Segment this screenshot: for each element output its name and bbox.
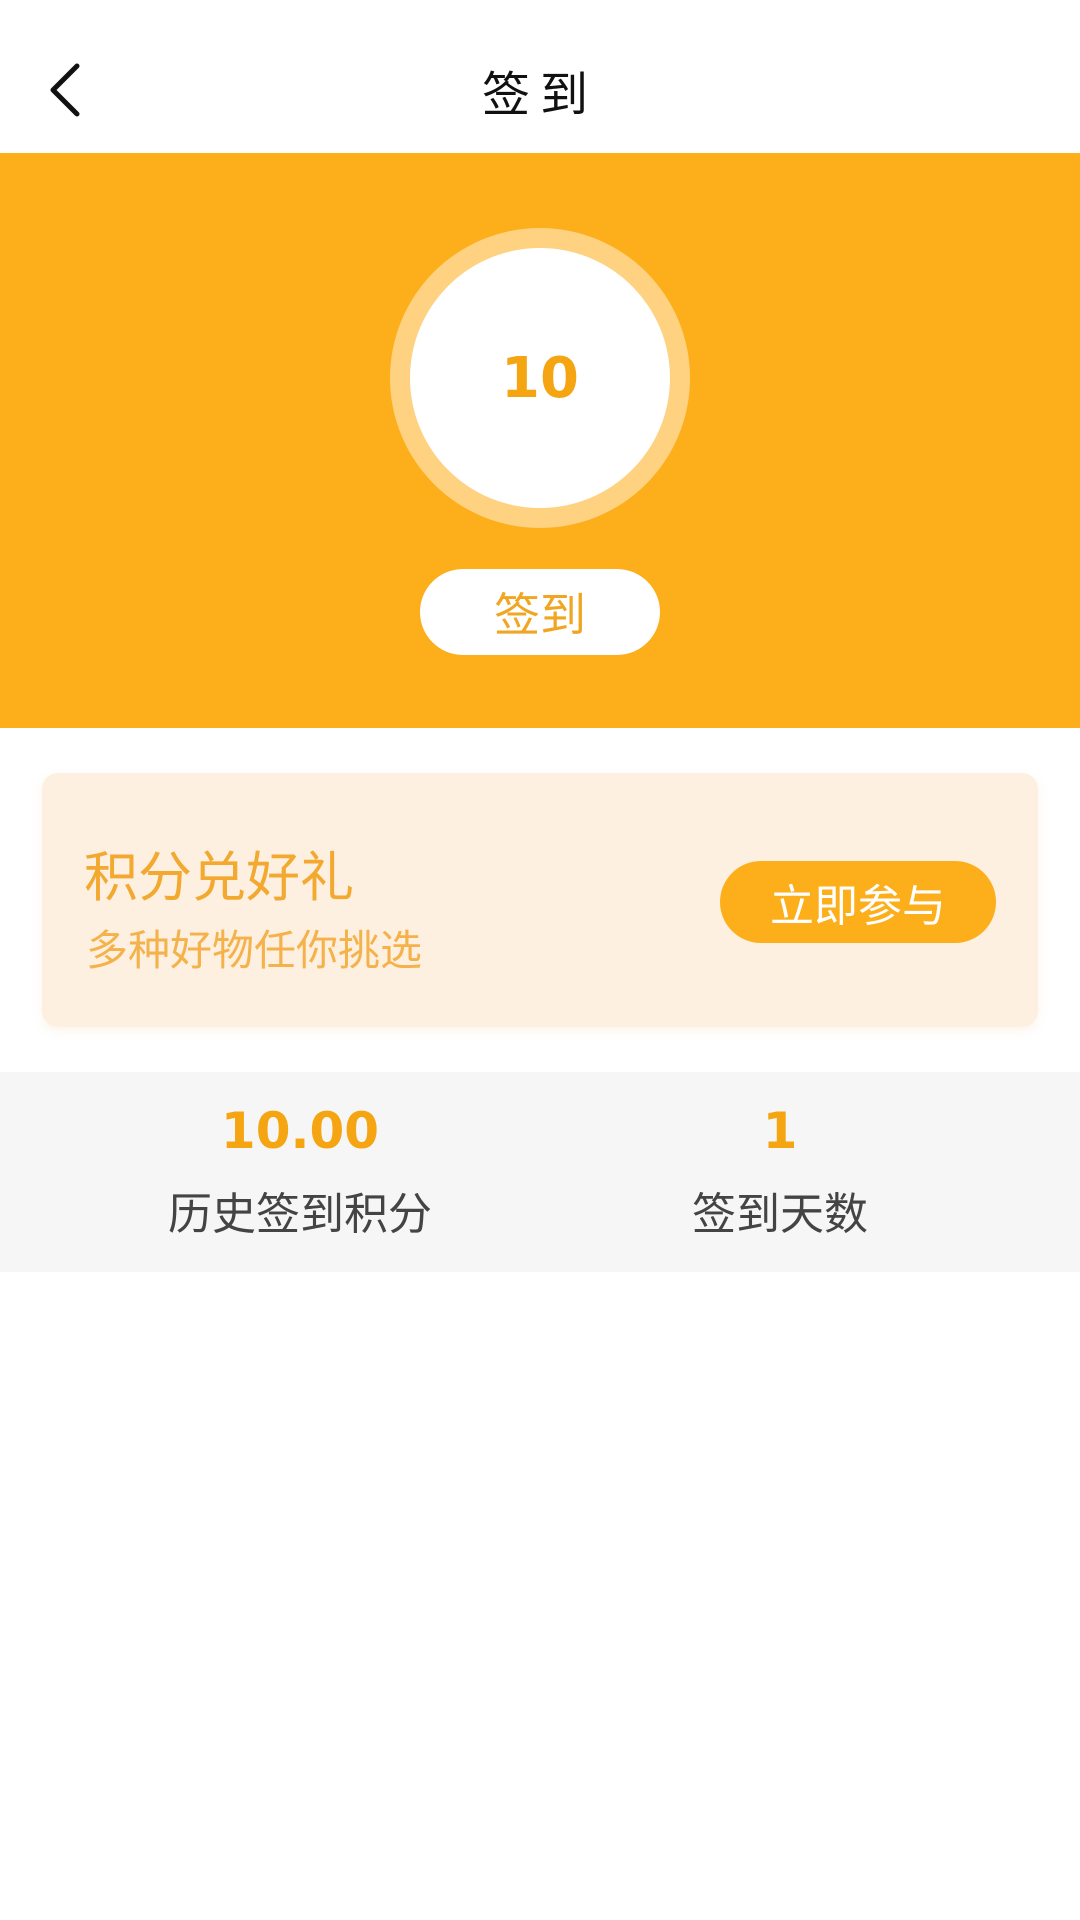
promo-title: 积分兑好礼: [84, 846, 354, 909]
stats-bar: 10.00 历史签到积分 1 签到天数: [0, 1072, 1080, 1272]
page-title: 签到: [481, 67, 598, 123]
promo-subtitle: 多种好物任你挑选: [86, 926, 423, 975]
checkin-button[interactable]: 签到: [420, 569, 660, 655]
nav-bar: 签到: [0, 0, 1080, 153]
points-value: 10: [501, 345, 579, 411]
checkin-hero: 10 签到: [0, 153, 1080, 728]
join-now-button[interactable]: 立即参与: [720, 861, 996, 943]
points-exchange-card: 积分兑好礼 多种好物任你挑选 立即参与: [42, 773, 1038, 1027]
checkin-days-stat: 1 签到天数: [240, 1072, 1080, 1272]
points-circle: 10: [390, 228, 690, 528]
checkin-days-value: 1: [762, 1102, 798, 1160]
checkin-days-label: 签到天数: [692, 1189, 868, 1240]
points-circle-inner: 10: [410, 248, 670, 508]
